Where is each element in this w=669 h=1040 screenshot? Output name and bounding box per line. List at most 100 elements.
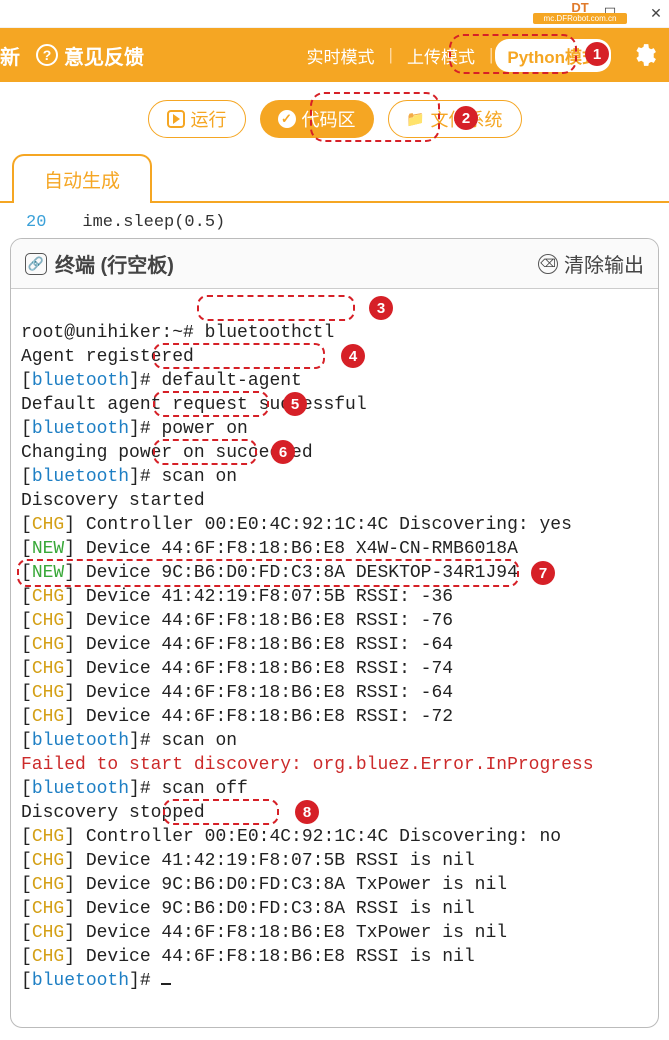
mode-upload[interactable]: 上传模式 <box>395 39 487 72</box>
term-cmd: scan on <box>161 467 237 487</box>
term-text: ] Device 9C:B6:D0:FD:C3:8A DESKTOP-34R1J… <box>64 563 518 583</box>
term-cmd: default-agent <box>161 371 301 391</box>
term-prompt: bluetooth <box>32 371 129 391</box>
term-cmd: power on <box>161 419 247 439</box>
term-text: [ <box>21 635 32 655</box>
term-tag-chg: CHG <box>32 707 64 727</box>
play-icon <box>167 110 185 128</box>
run-button[interactable]: 运行 <box>148 100 246 138</box>
term-tag-chg: CHG <box>32 923 64 943</box>
term-tag-chg: CHG <box>32 827 64 847</box>
term-text: ] Device 44:6F:F8:18:B6:E8 X4W-CN-RMB601… <box>64 539 518 559</box>
term-text: ]# <box>129 371 161 391</box>
term-prompt: bluetooth <box>32 731 129 751</box>
term-tag-chg: CHG <box>32 611 64 631</box>
cursor-icon <box>161 983 171 985</box>
term-text: [ <box>21 971 32 991</box>
term-text: [ <box>21 467 32 487</box>
term-text: [ <box>21 611 32 631</box>
clear-output-button[interactable]: ⌫ 清除输出 <box>538 249 644 278</box>
term-text: [ <box>21 947 32 967</box>
term-tag-chg: CHG <box>32 515 64 535</box>
term-tag-chg: CHG <box>32 875 64 895</box>
term-text: [ <box>21 707 32 727</box>
term-text: root@unihiker:~# <box>21 323 205 343</box>
terminal-output[interactable]: root@unihiker:~# bluetoothctl Agent regi… <box>11 289 658 1027</box>
term-text: [ <box>21 779 32 799</box>
code-line-number: 20 <box>12 213 62 232</box>
terminal-title-wrap: 🔗 终端 (行空板) <box>25 249 174 278</box>
term-text: Discovery started <box>21 491 205 511</box>
filesystem-button[interactable]: 文件系统 <box>388 100 522 138</box>
term-text: ] Device 44:6F:F8:18:B6:E8 RSSI: -74 <box>64 659 453 679</box>
terminal-title: 终端 (行空板) <box>55 249 174 278</box>
mode-python[interactable]: Python模式 <box>495 39 611 72</box>
gear-icon <box>631 42 657 68</box>
feedback-icon[interactable]: ? <box>36 44 58 66</box>
term-prompt: bluetooth <box>32 467 129 487</box>
term-cmd: scan off <box>161 779 247 799</box>
term-text: [ <box>21 683 32 703</box>
brand-logo-sub: mc.DFRobot.com.cn <box>533 13 627 24</box>
term-text: ] Device 44:6F:F8:18:B6:E8 RSSI: -64 <box>64 635 453 655</box>
term-text: [ <box>21 587 32 607</box>
term-text: ] Device 44:6F:F8:18:B6:E8 RSSI: -64 <box>64 683 453 703</box>
code-preview: 20 ime.sleep(0.5) <box>12 213 657 232</box>
term-text: [ <box>21 563 32 583</box>
header-left: 新 ? 意见反馈 <box>0 41 144 70</box>
action-toolbar: 运行 ✓ 代码区 文件系统 2 <box>0 82 669 148</box>
mode-switcher: 实时模式 | 上传模式 | Python模式 <box>295 39 611 72</box>
term-text: [ <box>21 731 32 751</box>
tab-bar: 自动生成 <box>0 152 669 203</box>
mode-sep: | <box>487 45 495 65</box>
term-cmd: bluetoothctl <box>205 323 335 343</box>
term-text: ]# <box>129 467 161 487</box>
term-text: ]# <box>129 971 161 991</box>
term-text: ]# <box>129 419 161 439</box>
term-text: ]# scan on <box>129 731 237 751</box>
term-text: Default agent request successful <box>21 395 367 415</box>
term-tag-chg: CHG <box>32 659 64 679</box>
term-text: ] Device 41:42:19:F8:07:5B RSSI: -36 <box>64 587 453 607</box>
mode-sep: | <box>387 45 395 65</box>
code-line-text: ime.sleep(0.5) <box>62 213 225 232</box>
term-prompt: bluetooth <box>32 971 129 991</box>
term-text: [ <box>21 899 32 919</box>
clear-output-label: 清除输出 <box>564 249 644 278</box>
term-text: ] Device 41:42:19:F8:07:5B RSSI is nil <box>64 851 474 871</box>
term-text: [ <box>21 371 32 391</box>
brand-logo-text: DT <box>571 0 588 15</box>
term-text: ] Device 44:6F:F8:18:B6:E8 RSSI is nil <box>64 947 474 967</box>
term-tag-chg: CHG <box>32 683 64 703</box>
settings-button[interactable] <box>629 40 659 70</box>
filesystem-label: 文件系统 <box>431 106 503 132</box>
term-text: ] Device 44:6F:F8:18:B6:E8 RSSI: -76 <box>64 611 453 631</box>
app-header: 新 ? 意见反馈 实时模式 | 上传模式 | Python模式 1 <box>0 28 669 82</box>
tab-autogen[interactable]: 自动生成 <box>12 154 152 203</box>
term-text: ] Device 9C:B6:D0:FD:C3:8A RSSI is nil <box>64 899 474 919</box>
term-text: Agent registered <box>21 347 194 367</box>
run-button-label: 运行 <box>191 106 227 132</box>
term-text: ]# <box>129 779 161 799</box>
feedback-label[interactable]: 意见反馈 <box>64 41 144 70</box>
code-area-label: 代码区 <box>302 106 356 132</box>
term-error: Failed to start discovery: org.bluez.Err… <box>21 755 594 775</box>
term-prompt: bluetooth <box>32 419 129 439</box>
close-button[interactable]: ✕ <box>649 7 663 21</box>
term-tag-chg: CHG <box>32 587 64 607</box>
term-text: [ <box>21 827 32 847</box>
refresh-label[interactable]: 新 <box>0 41 20 70</box>
eraser-icon: ⌫ <box>538 254 558 274</box>
term-text: Changing power on succeeded <box>21 443 313 463</box>
code-area-button[interactable]: ✓ 代码区 <box>260 100 374 138</box>
terminal-body-wrap: root@unihiker:~# bluetoothctl Agent regi… <box>11 289 658 1027</box>
term-text: [ <box>21 923 32 943</box>
term-text: [ <box>21 515 32 535</box>
term-text: [ <box>21 659 32 679</box>
brand-logo: DT mc.DFRobot.com.cn <box>533 0 627 26</box>
term-text: [ <box>21 875 32 895</box>
mode-realtime[interactable]: 实时模式 <box>295 39 387 72</box>
term-tag-chg: CHG <box>32 899 64 919</box>
term-text: ] Device 44:6F:F8:18:B6:E8 TxPower is ni… <box>64 923 507 943</box>
window-titlebar: DT mc.DFRobot.com.cn ─ ☐ ✕ <box>0 0 669 28</box>
